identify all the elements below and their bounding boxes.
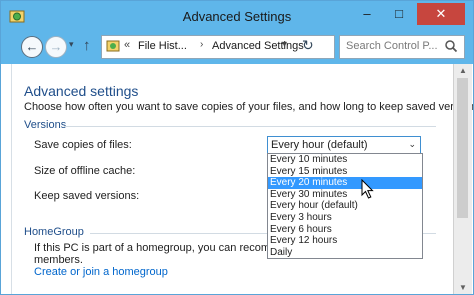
address-bar[interactable]: « File Hist... › Advanced Settings ▾ ↻ bbox=[101, 35, 335, 59]
dropdown-option[interactable]: Every 10 minutes bbox=[268, 154, 422, 166]
forward-button[interactable]: → bbox=[45, 36, 67, 58]
refresh-icon[interactable]: ↻ bbox=[302, 37, 314, 54]
keep-versions-label: Keep saved versions: bbox=[34, 190, 140, 202]
homegroup-section-title: HomeGroup bbox=[24, 226, 84, 238]
search-input[interactable]: Search Control P... bbox=[339, 35, 465, 59]
dropdown-option[interactable]: Every 15 minutes bbox=[268, 166, 422, 178]
maximize-button[interactable]: □ bbox=[385, 3, 413, 25]
page-description: Choose how often you want to save copies… bbox=[24, 101, 474, 113]
recent-locations-button[interactable]: ▾ bbox=[69, 39, 74, 50]
scroll-up-icon[interactable]: ▲ bbox=[459, 66, 467, 75]
address-dropdown-icon[interactable]: ▾ bbox=[282, 39, 287, 50]
versions-divider bbox=[64, 126, 436, 127]
control-panel-icon bbox=[106, 40, 120, 52]
breadcrumb-separator[interactable]: › bbox=[200, 39, 203, 50]
dropdown-option[interactable]: Every 12 hours bbox=[268, 235, 422, 247]
offline-cache-label: Size of offline cache: bbox=[34, 165, 136, 177]
breadcrumb-advanced-settings[interactable]: Advanced Settings bbox=[212, 40, 304, 52]
dropdown-option[interactable]: Every hour (default) bbox=[268, 200, 422, 212]
dropdown-option[interactable]: Every 3 hours bbox=[268, 212, 422, 224]
vertical-scrollbar[interactable]: ▲ ▼ bbox=[453, 64, 472, 294]
search-icon[interactable] bbox=[444, 39, 458, 53]
address-prefix: « bbox=[124, 39, 131, 51]
close-button[interactable]: ✕ bbox=[417, 3, 465, 25]
dropdown-option-highlighted[interactable]: Every 20 minutes bbox=[268, 177, 422, 189]
search-placeholder: Search Control P... bbox=[346, 40, 438, 52]
save-copies-label: Save copies of files: bbox=[34, 139, 132, 151]
versions-section-title: Versions bbox=[24, 119, 67, 131]
up-button[interactable]: ↑ bbox=[83, 37, 91, 54]
save-copies-selected-value: Every hour (default) bbox=[271, 139, 368, 151]
navigation-bar: ← → ▾ ↑ « File Hist... › Advanced Settin… bbox=[1, 31, 473, 64]
window-title: Advanced Settings bbox=[182, 9, 292, 24]
chevron-down-icon[interactable]: ⌄ bbox=[408, 139, 416, 150]
create-homegroup-link[interactable]: Create or join a homegroup bbox=[34, 266, 168, 278]
dropdown-option[interactable]: Every 30 minutes bbox=[268, 189, 422, 201]
dropdown-option[interactable]: Every 6 hours bbox=[268, 224, 422, 236]
minimize-button[interactable]: – bbox=[353, 3, 381, 25]
page-title: Advanced settings bbox=[24, 83, 139, 99]
breadcrumb-file-history[interactable]: File Hist... bbox=[138, 40, 187, 52]
advanced-settings-window: Advanced Settings – □ ✕ ← → ▾ ↑ « File H… bbox=[0, 0, 474, 295]
dropdown-option[interactable]: Daily bbox=[268, 247, 422, 259]
homegroup-text-line2: members. bbox=[34, 254, 83, 266]
title-bar[interactable]: Advanced Settings – □ ✕ bbox=[1, 1, 473, 31]
mouse-pointer-icon bbox=[361, 179, 374, 199]
scroll-down-icon[interactable]: ▼ bbox=[459, 283, 467, 292]
save-copies-dropdown-list: Every 10 minutes Every 15 minutes Every … bbox=[267, 153, 423, 260]
scrollbar-thumb[interactable] bbox=[457, 78, 468, 218]
back-button[interactable]: ← bbox=[21, 36, 43, 58]
file-history-icon bbox=[9, 10, 25, 23]
